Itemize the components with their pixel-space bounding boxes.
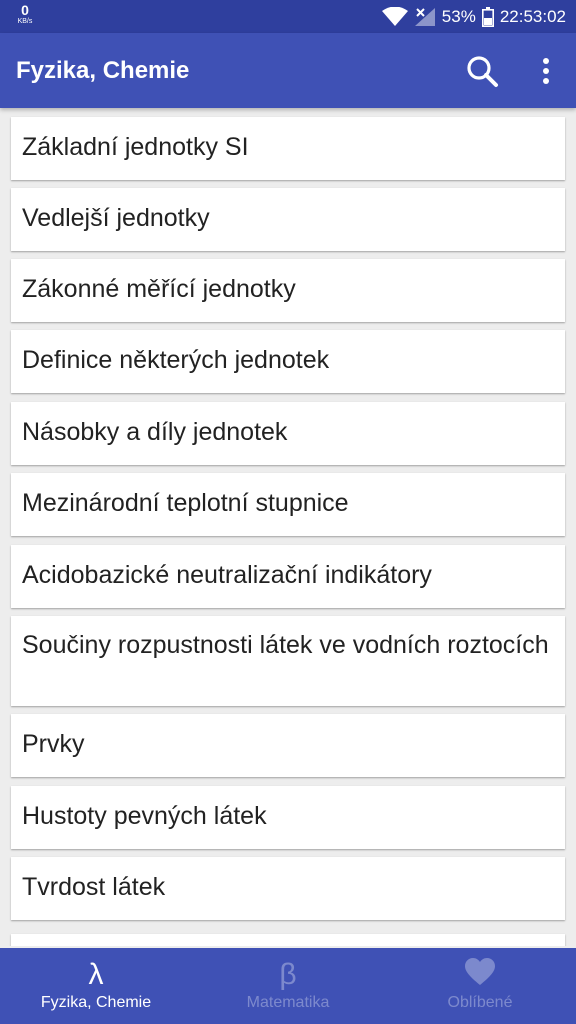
list-item[interactable]: Tvrdost látek	[11, 857, 565, 920]
more-options-icon[interactable]	[532, 53, 560, 89]
list-item-label: Tvrdost látek	[22, 873, 166, 901]
list-item[interactable]: Součiny rozpustnosti látek ve vodních ro…	[11, 616, 565, 706]
list-item-label: Definice některých jednotek	[22, 346, 330, 374]
search-icon[interactable]	[464, 53, 500, 89]
list-item[interactable]: Základní jednotky SI	[11, 117, 565, 180]
network-speed-unit: KB/s	[17, 18, 33, 25]
list-item-label: Zákonné měřící jednotky	[22, 275, 296, 303]
tab-oblibene[interactable]: Oblíbené	[384, 948, 576, 1024]
tab-label: Fyzika, Chemie	[40, 994, 152, 1011]
list-item[interactable]: Definice některých jednotek	[11, 330, 565, 393]
heart-icon	[384, 958, 576, 994]
list-item-partial[interactable]	[11, 934, 565, 946]
list-item[interactable]: Vedlejší jednotky	[11, 188, 565, 251]
tab-label: Matematika	[246, 994, 330, 1011]
list-item-label: Základní jednotky SI	[22, 133, 249, 161]
status-bar: 0 KB/s 53% 22:53:02	[0, 0, 576, 33]
list-item[interactable]: Mezinárodní teplotní stupnice	[11, 473, 565, 536]
wifi-icon	[381, 6, 408, 27]
network-speed-indicator: 0 KB/s	[12, 3, 38, 25]
page-title: Fyzika, Chemie	[16, 57, 190, 84]
list-item[interactable]: Prvky	[11, 714, 565, 777]
tab-fyzika-chemie[interactable]: λ Fyzika, Chemie	[0, 948, 192, 1024]
signal-off-icon	[414, 7, 436, 27]
list-item-label: Vedlejší jednotky	[22, 204, 210, 232]
lambda-icon: λ	[88, 958, 104, 991]
battery-icon	[481, 6, 494, 27]
bottom-navigation: λ Fyzika, Chemie β Matematika Oblíbené	[0, 948, 576, 1024]
clock: 22:53:02	[499, 6, 566, 26]
list-item-label: Mezinárodní teplotní stupnice	[22, 489, 349, 517]
list-item[interactable]: Hustoty pevných látek	[11, 786, 565, 849]
tab-matematika[interactable]: β Matematika	[192, 948, 384, 1024]
network-speed-value: 0	[21, 2, 29, 18]
list-item[interactable]: Acidobazické neutralizační indikátory	[11, 545, 565, 608]
battery-percent: 53%	[441, 6, 476, 26]
tab-label: Oblíbené	[447, 994, 513, 1011]
topic-list: Základní jednotky SI Vedlejší jednotky Z…	[0, 108, 576, 946]
list-item-label: Acidobazické neutralizační indikátory	[22, 561, 432, 589]
beta-icon: β	[279, 958, 297, 991]
app-bar: Fyzika, Chemie	[0, 33, 576, 108]
list-item-label: Hustoty pevných látek	[22, 802, 267, 830]
list-item-label: Součiny rozpustnosti látek ve vodních ro…	[22, 631, 549, 659]
list-item-label: Násobky a díly jednotek	[22, 418, 288, 446]
list-item[interactable]: Násobky a díly jednotek	[11, 402, 565, 465]
list-item-label: Prvky	[22, 730, 85, 758]
list-item[interactable]: Zákonné měřící jednotky	[11, 259, 565, 322]
